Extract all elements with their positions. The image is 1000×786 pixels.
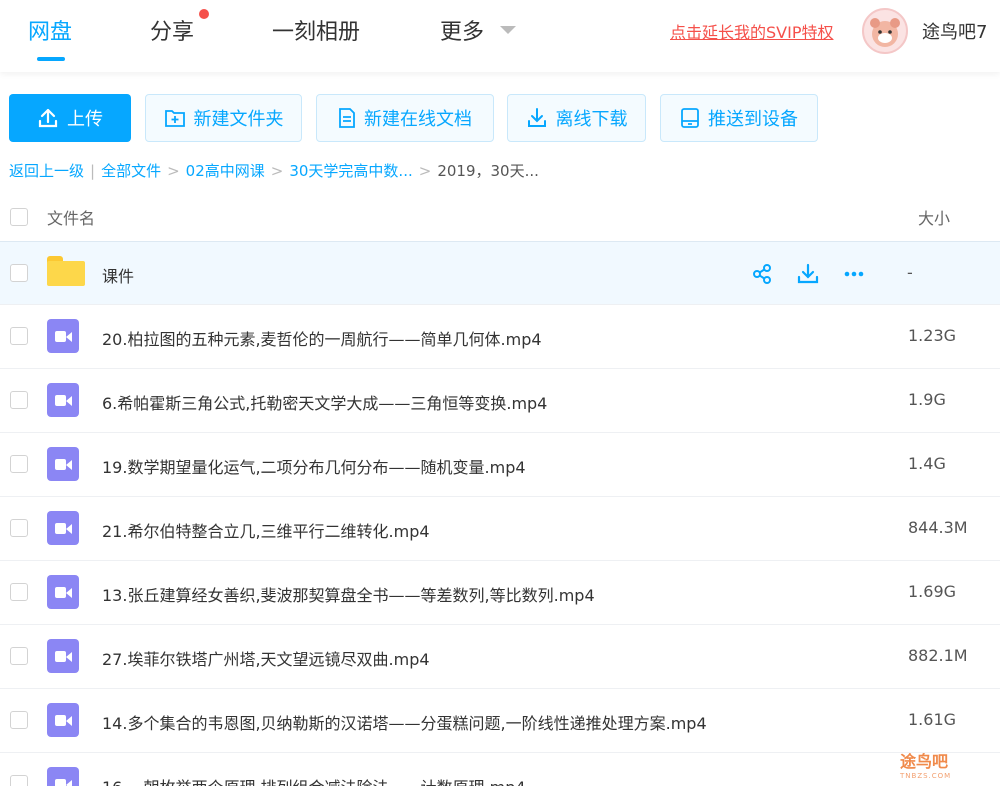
- list-item[interactable]: 20.柏拉图的五种元素,麦哲伦的一周航行——简单几何体.mp4 1.23G: [0, 305, 1000, 369]
- breadcrumb-separator: >: [270, 162, 284, 180]
- file-name[interactable]: 19.数学期望量化运气,二项分布几何分布——随机变量.mp4: [102, 454, 526, 478]
- file-size: 1.9G: [908, 390, 946, 409]
- list-item[interactable]: 21.希尔伯特整合立几,三维平行二维转化.mp4 844.3M: [0, 497, 1000, 561]
- column-header-name[interactable]: 文件名: [47, 205, 95, 229]
- breadcrumb-separator: >: [167, 162, 180, 180]
- row-checkbox[interactable]: [10, 455, 28, 473]
- video-file-icon: [47, 575, 79, 609]
- breadcrumb-item[interactable]: 02高中网课: [186, 162, 265, 180]
- active-tab-indicator: [37, 57, 65, 61]
- watermark-text: 途鸟吧: [900, 752, 949, 771]
- file-name[interactable]: 13.张丘建算经女善织,斐波那契算盘全书——等差数列,等比数列.mp4: [102, 582, 595, 606]
- watermark: 途鸟吧 TNBZS.COM: [900, 748, 951, 780]
- push-device-label: 推送到设备: [708, 109, 798, 130]
- file-size: 1.69G: [908, 582, 957, 601]
- upload-label: 上传: [67, 109, 103, 130]
- new-folder-button[interactable]: 新建文件夹: [145, 94, 302, 142]
- top-nav: 网盘 分享 一刻相册 更多 点击延长我的SVIP特权 途鸟吧7: [0, 0, 1000, 72]
- tab-album[interactable]: 一刻相册: [272, 14, 360, 46]
- row-checkbox[interactable]: [10, 391, 28, 409]
- file-size: 1.61G: [908, 710, 957, 729]
- video-file-icon: [47, 511, 79, 545]
- row-checkbox[interactable]: [10, 583, 28, 601]
- video-file-icon: [47, 703, 79, 737]
- file-size: -: [907, 263, 913, 282]
- list-item[interactable]: 19.数学期望量化运气,二项分布几何分布——随机变量.mp4 1.4G: [0, 433, 1000, 497]
- video-file-icon: [47, 639, 79, 673]
- list-item[interactable]: 14.多个集合的韦恩图,贝纳勒斯的汉诺塔——分蛋糕问题,一阶线性递推处理方案.m…: [0, 689, 1000, 753]
- row-checkbox[interactable]: [10, 647, 28, 665]
- video-file-icon: [47, 767, 79, 786]
- list-item[interactable]: 27.埃菲尔铁塔广州塔,天文望远镜尽双曲.mp4 882.1M: [0, 625, 1000, 689]
- push-device-button[interactable]: 推送到设备: [660, 94, 818, 142]
- row-actions: [750, 262, 866, 286]
- tab-share[interactable]: 分享: [150, 14, 194, 46]
- breadcrumb-current: 2019，30天...: [437, 162, 539, 180]
- download-icon[interactable]: [796, 262, 820, 286]
- row-checkbox[interactable]: [10, 327, 28, 345]
- folder-icon: [47, 256, 85, 286]
- share-badge-dot: [199, 9, 209, 19]
- row-checkbox[interactable]: [10, 775, 28, 786]
- chevron-down-icon[interactable]: [500, 26, 516, 34]
- row-checkbox[interactable]: [10, 264, 28, 282]
- row-checkbox[interactable]: [10, 519, 28, 537]
- list-item[interactable]: 6.希帕霍斯三角公式,托勒密天文学大成——三角恒等变换.mp4 1.9G: [0, 369, 1000, 433]
- video-file-icon: [47, 383, 79, 417]
- list-item[interactable]: 课件 -: [0, 241, 1000, 305]
- new-folder-label: 新建文件夹: [193, 109, 284, 130]
- download-icon: [527, 108, 546, 127]
- file-name[interactable]: 16.一朝枚举两个原理,排列组合减法除法——计数原理.mp4: [102, 774, 526, 786]
- upload-button[interactable]: 上传: [9, 94, 131, 142]
- share-icon[interactable]: [750, 262, 774, 286]
- tab-more[interactable]: 更多: [440, 14, 484, 46]
- breadcrumb-item[interactable]: 30天学完高中数...: [289, 162, 412, 180]
- list-item[interactable]: 16.一朝枚举两个原理,排列组合减法除法——计数原理.mp4: [0, 753, 1000, 786]
- file-name[interactable]: 20.柏拉图的五种元素,麦哲伦的一周航行——简单几何体.mp4: [102, 326, 542, 350]
- file-size: 844.3M: [908, 518, 968, 537]
- file-name[interactable]: 21.希尔伯特整合立几,三维平行二维转化.mp4: [102, 518, 430, 542]
- offline-download-button[interactable]: 离线下载: [507, 94, 646, 142]
- breadcrumb-divider: |: [90, 162, 96, 180]
- video-file-icon: [47, 319, 79, 353]
- watermark-sub: TNBZS.COM: [900, 772, 952, 780]
- column-header-size[interactable]: 大小: [918, 205, 950, 229]
- document-icon: [339, 108, 355, 128]
- file-name[interactable]: 6.希帕霍斯三角公式,托勒密天文学大成——三角恒等变换.mp4: [102, 390, 547, 414]
- select-all-checkbox[interactable]: [10, 208, 28, 226]
- tab-netdisk[interactable]: 网盘: [28, 14, 72, 46]
- breadcrumb-back[interactable]: 返回上一级: [9, 162, 84, 180]
- svip-renew-link[interactable]: 点击延长我的SVIP特权: [670, 19, 833, 43]
- row-checkbox[interactable]: [10, 711, 28, 729]
- breadcrumb-item[interactable]: 全部文件: [101, 162, 161, 180]
- device-icon: [681, 108, 699, 128]
- new-doc-button[interactable]: 新建在线文档: [316, 94, 494, 142]
- file-name[interactable]: 27.埃菲尔铁塔广州塔,天文望远镜尽双曲.mp4: [102, 646, 430, 670]
- list-header: 文件名 大小: [0, 196, 1000, 240]
- folder-plus-icon: [164, 110, 185, 127]
- upload-icon: [38, 108, 58, 128]
- file-name[interactable]: 14.多个集合的韦恩图,贝纳勒斯的汉诺塔——分蛋糕问题,一阶线性递推处理方案.m…: [102, 710, 707, 734]
- more-icon[interactable]: [842, 262, 866, 286]
- file-size: 1.4G: [908, 454, 946, 473]
- new-doc-label: 新建在线文档: [364, 109, 472, 130]
- breadcrumb-separator: >: [418, 162, 432, 180]
- breadcrumb: 返回上一级 | 全部文件 >02高中网课 >30天学完高中数... >2019，30天..…: [9, 160, 539, 181]
- list-item[interactable]: 13.张丘建算经女善织,斐波那契算盘全书——等差数列,等比数列.mp4 1.69…: [0, 561, 1000, 625]
- file-size: 882.1M: [908, 646, 968, 665]
- file-size: 1.23G: [908, 326, 957, 345]
- video-file-icon: [47, 447, 79, 481]
- username[interactable]: 途鸟吧7: [922, 18, 987, 44]
- file-name[interactable]: 课件: [102, 263, 134, 287]
- offline-download-label: 离线下载: [555, 109, 628, 130]
- avatar[interactable]: [862, 8, 908, 54]
